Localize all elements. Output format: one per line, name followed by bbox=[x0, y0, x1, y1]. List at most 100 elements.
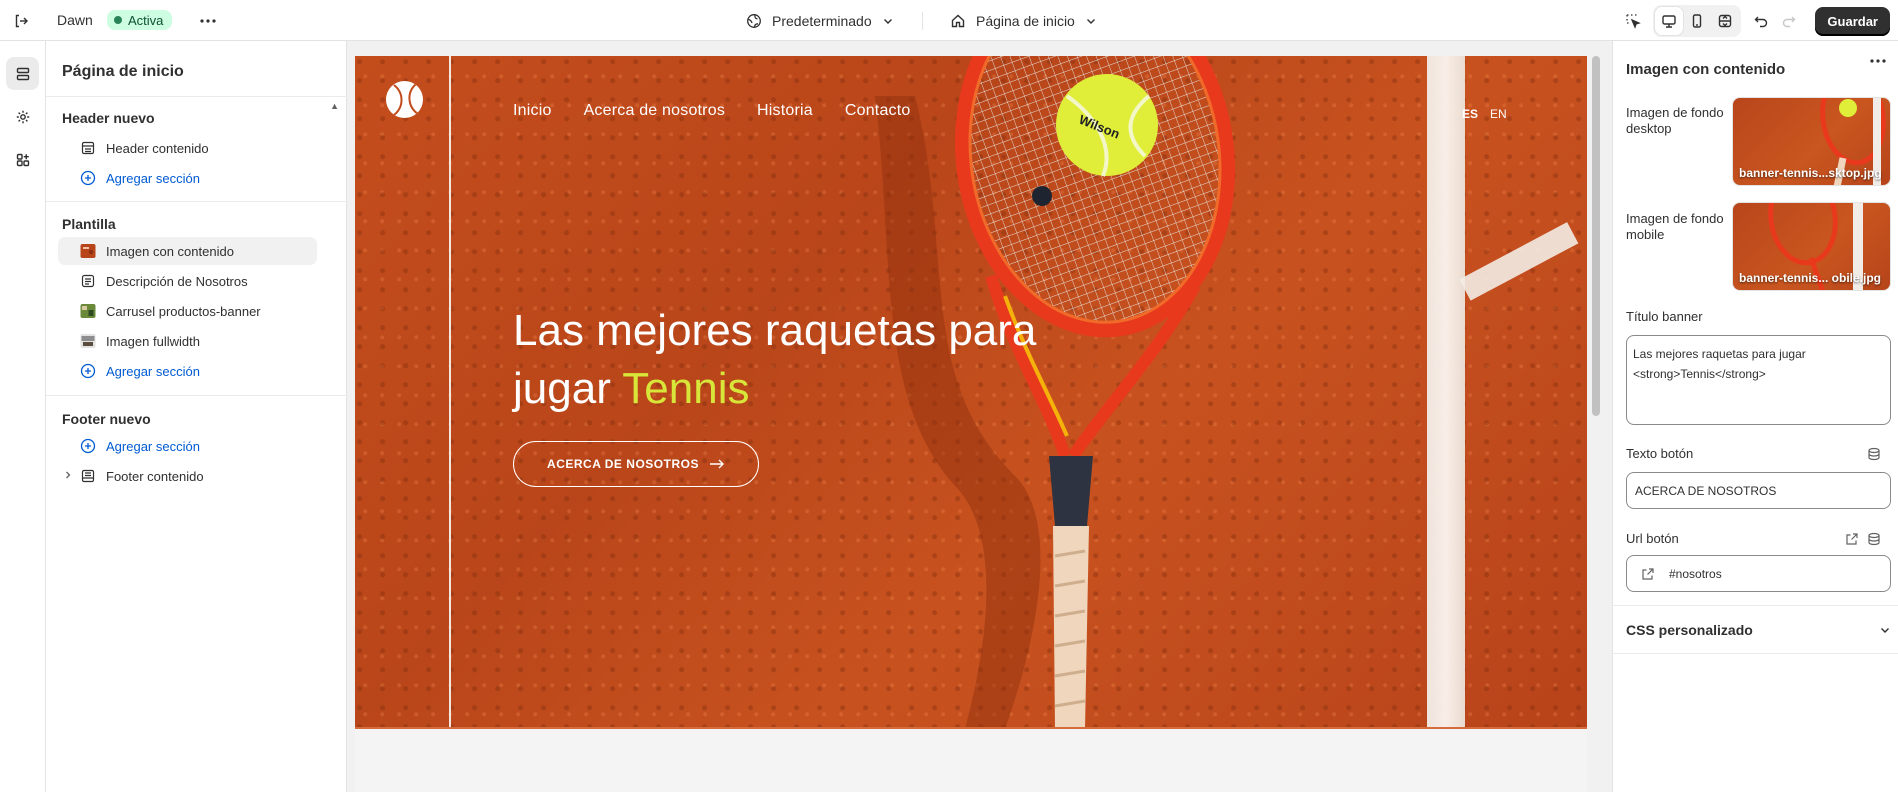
exit-icon[interactable] bbox=[10, 10, 32, 32]
chevron-down-icon bbox=[882, 15, 894, 27]
sidebar-item-descripcion-nosotros[interactable]: Descripción de Nosotros bbox=[58, 267, 317, 295]
more-actions-icon[interactable] bbox=[197, 10, 219, 32]
language-switcher: ES EN bbox=[1462, 107, 1507, 121]
hero-cta-label: ACERCA DE NOSOTROS bbox=[547, 457, 699, 471]
lang-en[interactable]: EN bbox=[1490, 107, 1507, 121]
divider bbox=[46, 201, 347, 202]
image-thumbnail-icon bbox=[80, 243, 96, 259]
hero-banner[interactable]: Wilson Inicio Acerca de nosotros Histori… bbox=[355, 56, 1587, 729]
title-banner-textarea[interactable]: Las mejores raquetas para jugar <strong>… bbox=[1626, 335, 1891, 425]
image-thumbnail-icon bbox=[80, 303, 96, 319]
sidebar-item-label: Header contenido bbox=[106, 140, 209, 156]
home-icon bbox=[950, 13, 966, 29]
redo-icon[interactable] bbox=[1775, 7, 1803, 35]
plus-circle-icon bbox=[80, 438, 96, 454]
viewport-toggle bbox=[1653, 5, 1742, 37]
add-section-label: Agregar sección bbox=[106, 170, 200, 186]
preset-label: Predeterminado bbox=[772, 13, 872, 29]
page-label: Página de inicio bbox=[976, 13, 1075, 29]
group-title-header: Header nuevo bbox=[62, 110, 155, 126]
divider bbox=[355, 727, 1587, 729]
sections-sidebar: Página de inicio ▲ Header nuevo Header c… bbox=[46, 41, 347, 792]
button-url-input[interactable]: #nosotros bbox=[1626, 555, 1891, 592]
button-text-input[interactable]: ACERCA DE NOSOTROS bbox=[1626, 472, 1891, 509]
group-title-plantilla: Plantilla bbox=[62, 216, 116, 232]
more-actions-icon[interactable] bbox=[1870, 59, 1886, 63]
button-text-value: ACERCA DE NOSOTROS bbox=[1635, 483, 1777, 498]
status-badge-label: Activa bbox=[128, 12, 164, 28]
nav-link-inicio[interactable]: Inicio bbox=[513, 102, 552, 120]
preset-selector[interactable]: Predeterminado bbox=[746, 10, 894, 32]
hero-title-line1: Las mejores raquetas para bbox=[513, 306, 1037, 355]
main-navigation: Inicio Acerca de nosotros Historia Conta… bbox=[513, 102, 911, 120]
plus-circle-icon bbox=[80, 170, 96, 186]
preview-canvas: Wilson Inicio Acerca de nosotros Histori… bbox=[347, 41, 1612, 792]
group-title-footer: Footer nuevo bbox=[62, 411, 151, 427]
hero-cta-button[interactable]: ACERCA DE NOSOTROS bbox=[513, 441, 759, 487]
bg-desktop-picker[interactable]: banner-tennis...sktop.jpg bbox=[1732, 97, 1891, 186]
external-link-icon[interactable] bbox=[1845, 532, 1859, 546]
custom-css-section[interactable]: CSS personalizado bbox=[1626, 622, 1891, 638]
sidebar-item-footer-contenido[interactable]: Footer contenido bbox=[58, 462, 317, 490]
divider bbox=[1613, 605, 1898, 606]
inspector-icon[interactable] bbox=[1619, 7, 1647, 35]
preview-scrollbar[interactable] bbox=[1590, 56, 1600, 792]
lang-es[interactable]: ES bbox=[1462, 107, 1478, 121]
undo-icon[interactable] bbox=[1747, 7, 1775, 35]
globe-icon bbox=[746, 13, 762, 29]
chevron-down-icon bbox=[1879, 624, 1891, 636]
sidebar-item-carrusel-productos[interactable]: Carrusel productos-banner bbox=[58, 297, 317, 325]
store-preview: Wilson Inicio Acerca de nosotros Histori… bbox=[355, 56, 1587, 792]
divider-line bbox=[449, 56, 451, 729]
nav-link-contacto[interactable]: Contacto bbox=[845, 102, 911, 120]
layout-footer-icon bbox=[80, 468, 96, 484]
hero-title-highlight: Tennis bbox=[622, 364, 750, 413]
add-section-button[interactable]: Agregar sección bbox=[58, 357, 317, 385]
save-button[interactable]: Guardar bbox=[1815, 6, 1890, 36]
bg-desktop-label: Imagen de fondo desktop bbox=[1626, 105, 1724, 136]
scroll-up-icon[interactable]: ▲ bbox=[330, 101, 339, 111]
theme-name: Dawn bbox=[57, 12, 93, 28]
add-section-button[interactable]: Agregar sección bbox=[58, 432, 317, 460]
divider bbox=[1613, 653, 1898, 654]
status-dot-icon bbox=[114, 16, 122, 24]
add-section-button[interactable]: Agregar sección bbox=[58, 164, 317, 192]
theme-settings-icon[interactable] bbox=[6, 100, 39, 133]
sidebar-item-label: Carrusel productos-banner bbox=[106, 303, 261, 319]
hero-title-line2: jugar bbox=[513, 364, 623, 413]
sidebar-item-imagen-con-contenido[interactable]: Imagen con contenido bbox=[58, 237, 317, 265]
nav-link-acerca[interactable]: Acerca de nosotros bbox=[584, 102, 725, 120]
sidebar-item-label: Footer contenido bbox=[106, 468, 204, 484]
apps-icon[interactable] bbox=[6, 143, 39, 176]
link-icon bbox=[1641, 567, 1655, 581]
button-url-label: Url botón bbox=[1626, 531, 1679, 546]
bg-mobile-picker[interactable]: banner-tennis... obile.jpg bbox=[1732, 202, 1891, 291]
custom-css-label: CSS personalizado bbox=[1626, 622, 1753, 638]
plus-circle-icon bbox=[80, 363, 96, 379]
dynamic-source-icon[interactable] bbox=[1867, 447, 1881, 461]
sidebar-item-header-contenido[interactable]: Header contenido bbox=[58, 134, 317, 162]
button-url-value: #nosotros bbox=[1669, 566, 1722, 581]
sidebar-item-imagen-fullwidth[interactable]: Imagen fullwidth bbox=[58, 327, 317, 355]
dynamic-source-icon[interactable] bbox=[1867, 532, 1881, 546]
mobile-view-icon[interactable] bbox=[1683, 7, 1711, 35]
top-bar: Dawn Activa Predeterminado Página de ini… bbox=[0, 0, 1898, 41]
add-section-label: Agregar sección bbox=[106, 438, 200, 454]
scrollbar-thumb[interactable] bbox=[1592, 56, 1600, 416]
sidebar-item-label: Imagen fullwidth bbox=[106, 333, 200, 349]
page-selector[interactable]: Página de inicio bbox=[950, 10, 1097, 32]
tennis-ball-logo-icon[interactable] bbox=[386, 81, 423, 118]
fullscreen-view-icon[interactable] bbox=[1711, 7, 1739, 35]
chevron-right-icon[interactable] bbox=[63, 470, 73, 480]
divider bbox=[46, 395, 347, 396]
bg-desktop-filename: banner-tennis...sktop.jpg bbox=[1739, 166, 1882, 180]
divider bbox=[922, 12, 923, 30]
sections-icon[interactable] bbox=[6, 57, 39, 90]
toolbar-right: Guardar bbox=[1619, 5, 1898, 37]
settings-title: Imagen con contenido bbox=[1626, 61, 1786, 78]
text-block-icon bbox=[80, 273, 96, 289]
divider bbox=[46, 96, 347, 97]
desktop-view-icon[interactable] bbox=[1655, 7, 1684, 35]
nav-link-historia[interactable]: Historia bbox=[757, 102, 813, 120]
arrow-right-icon bbox=[709, 459, 725, 469]
